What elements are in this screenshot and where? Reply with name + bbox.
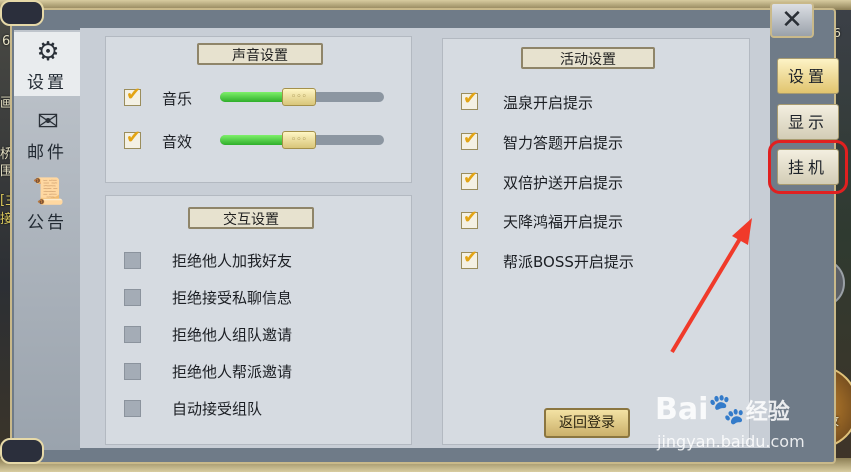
paw-icon: 🐾 xyxy=(708,392,746,427)
watermark-bai: Bai xyxy=(655,392,709,427)
watermark-url: jingyan.baidu.com xyxy=(657,432,805,451)
arrow-shaft xyxy=(670,230,746,354)
watermark-brand: Bai🐾经验 xyxy=(655,392,790,427)
watermark-jingyan: 经验 xyxy=(745,400,790,425)
arrow-head xyxy=(732,218,752,245)
